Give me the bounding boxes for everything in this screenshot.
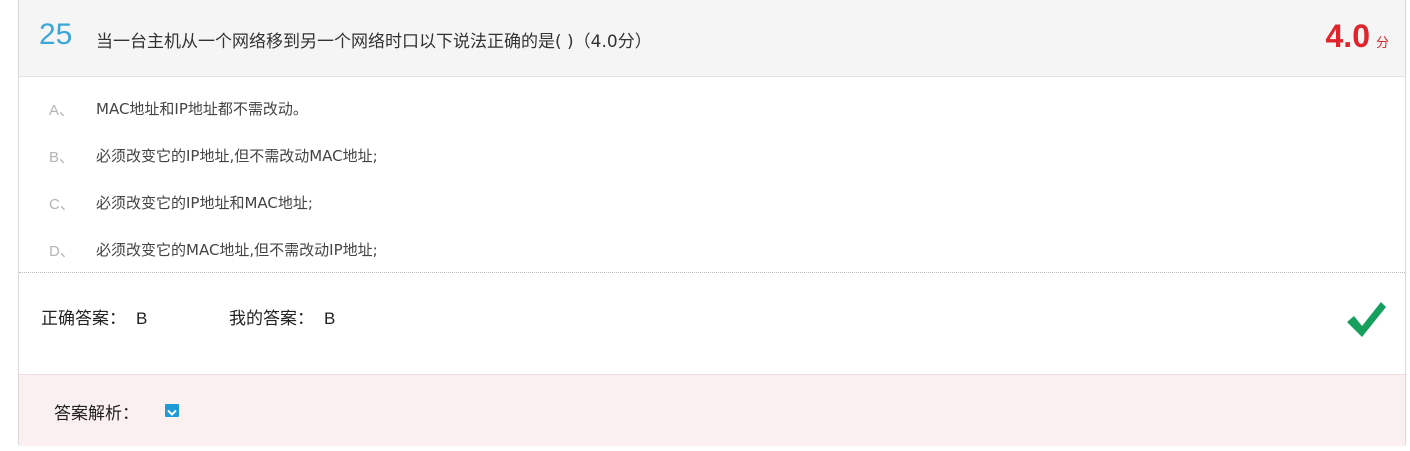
option-letter: A、 xyxy=(49,102,75,119)
question-card: 25 当一台主机从一个网络移到另一个网络时口以下说法正确的是( )（4.0分） … xyxy=(18,0,1406,446)
correct-answer: 正确答案： B xyxy=(41,304,147,329)
question-number: 25 xyxy=(39,18,73,51)
option-c: C、 必须改变它的IP地址和MAC地址; xyxy=(19,181,1405,228)
analysis-section: 答案解析： xyxy=(19,374,1405,446)
option-a: A、 MAC地址和IP地址都不需改动。 xyxy=(19,87,1405,134)
chevron-down-icon[interactable] xyxy=(165,404,179,417)
my-answer-value: B xyxy=(324,309,336,328)
correct-answer-label: 正确答案： xyxy=(41,309,126,329)
score-unit: 分 xyxy=(1375,36,1389,51)
option-text: 必须改变它的IP地址和MAC地址; xyxy=(96,194,313,212)
option-letter: B、 xyxy=(49,149,75,166)
option-d: D、 必须改变它的MAC地址,但不需改动IP地址; xyxy=(19,228,1405,275)
option-letter: C、 xyxy=(49,196,75,213)
options-list: A、 MAC地址和IP地址都不需改动。 B、 必须改变它的IP地址,但不需改动M… xyxy=(19,77,1405,273)
correct-answer-value: B xyxy=(136,309,148,328)
checkmark-icon xyxy=(1347,302,1386,337)
option-letter: D、 xyxy=(49,243,75,260)
option-b: B、 必须改变它的IP地址,但不需改动MAC地址; xyxy=(19,134,1405,181)
question-header: 25 当一台主机从一个网络移到另一个网络时口以下说法正确的是( )（4.0分） … xyxy=(19,0,1405,77)
question-score: 4.0 分 xyxy=(1326,18,1390,55)
option-text: 必须改变它的MAC地址,但不需改动IP地址; xyxy=(96,241,378,259)
my-answer: 我的答案： B xyxy=(229,304,335,329)
option-text: MAC地址和IP地址都不需改动。 xyxy=(96,100,308,118)
score-value: 4.0 xyxy=(1325,18,1370,54)
question-text: 当一台主机从一个网络移到另一个网络时口以下说法正确的是( )（4.0分） xyxy=(96,32,652,52)
analysis-label: 答案解析： xyxy=(54,404,139,424)
option-text: 必须改变它的IP地址,但不需改动MAC地址; xyxy=(96,147,378,165)
my-answer-label: 我的答案： xyxy=(229,309,314,329)
answer-row: 正确答案： B 我的答案： B xyxy=(19,273,1405,364)
